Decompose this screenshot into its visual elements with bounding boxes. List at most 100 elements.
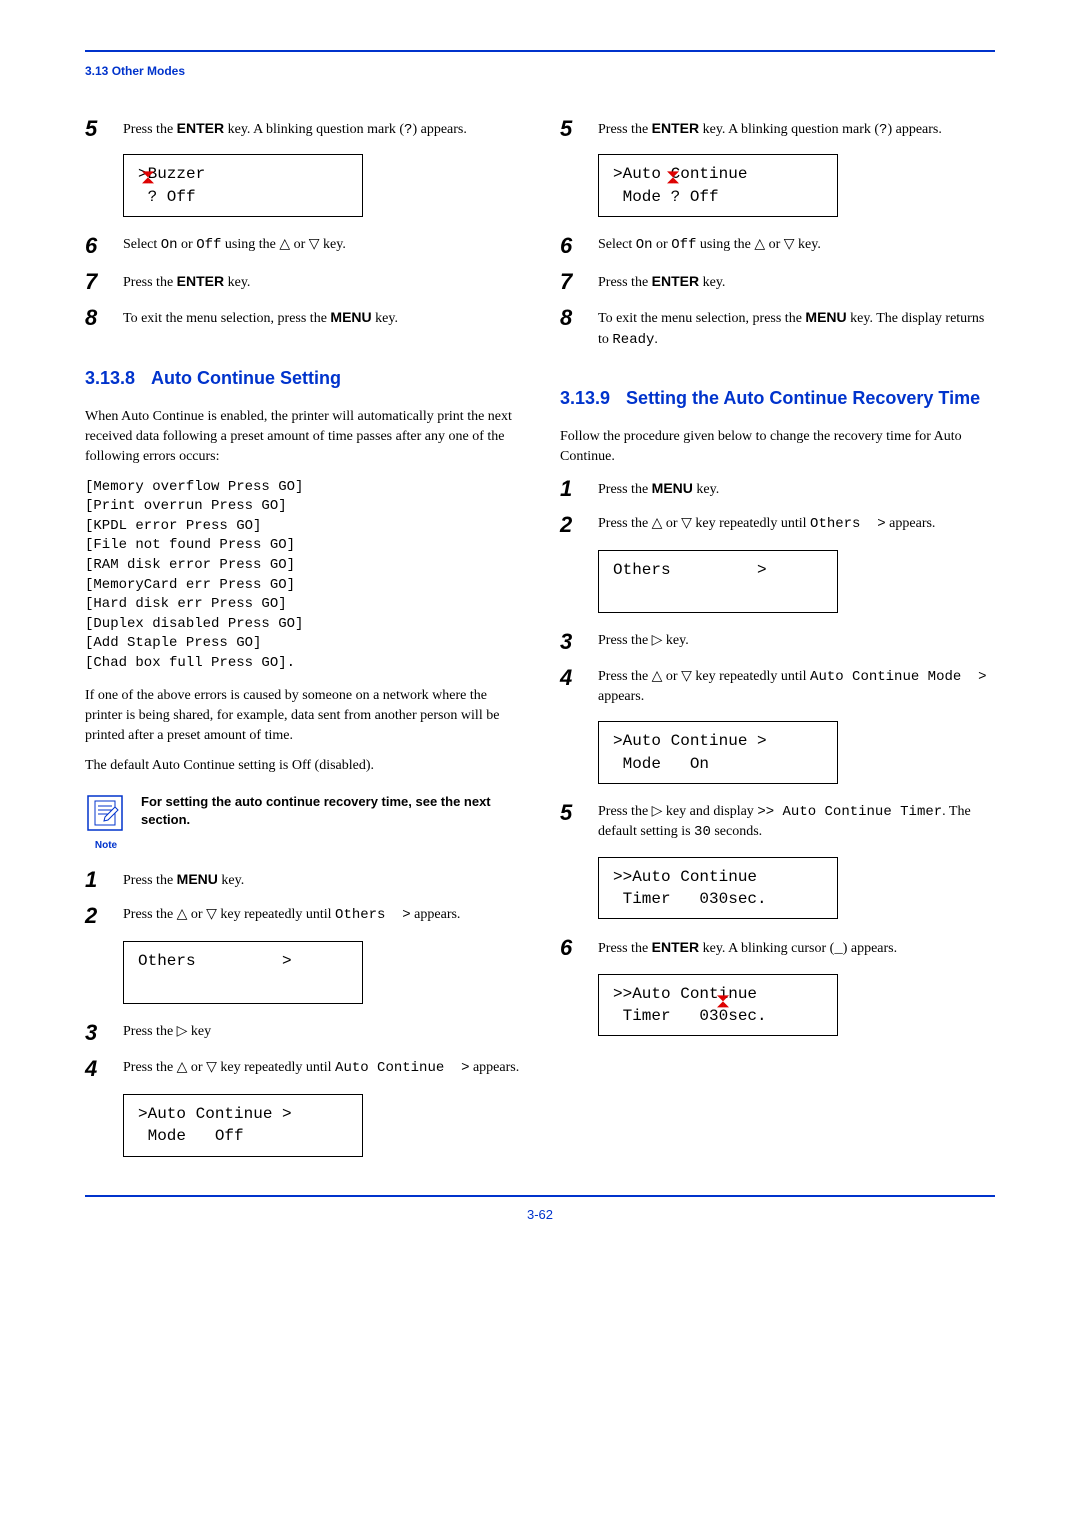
step-body: Press the MENU key.: [598, 478, 995, 500]
text: appears.: [598, 689, 644, 704]
left-b-step-4: 4 Press the △ or ▽ key repeatedly until …: [85, 1058, 520, 1080]
lcd-line: Others >: [613, 559, 823, 581]
section-number: 3.13.9: [560, 388, 610, 409]
text: key.: [699, 275, 725, 290]
step-body: To exit the menu selection, press the ME…: [598, 307, 995, 350]
paragraph: The default Auto Continue setting is Off…: [85, 756, 520, 776]
text: ) appears.: [412, 122, 466, 137]
note-text: For setting the auto continue recovery t…: [141, 793, 520, 829]
lcd-buzzer: >Buzzer ? Off ◥◤◢◣: [123, 154, 363, 217]
step-body: Press the ▷ key.: [598, 631, 995, 653]
step-number: 8: [560, 307, 580, 350]
mono: Ready: [612, 332, 654, 348]
right-b-step-5: 5 Press the ▷ key and display >> Auto Co…: [560, 802, 995, 843]
left-step-5: 5 Press the ENTER key. A blinking questi…: [85, 118, 520, 140]
text: Select: [598, 237, 636, 252]
text: To exit the menu selection, press the: [123, 311, 330, 326]
key-name: ENTER: [177, 120, 224, 136]
step-number: 6: [85, 235, 105, 257]
page-number: 3-62: [85, 1207, 995, 1222]
text: To exit the menu selection, press the: [598, 311, 805, 326]
step-body: Press the ENTER key.: [123, 271, 520, 293]
lcd-line: >>Auto Continue: [613, 866, 823, 888]
page: 3.13 Other Modes 5 Press the ENTER key. …: [0, 0, 1080, 1528]
error-item: [File not found Press GO]: [85, 536, 520, 556]
paragraph: If one of the above errors is caused by …: [85, 686, 520, 747]
lcd-line: Mode On: [613, 753, 823, 775]
lcd-line: Others >: [138, 950, 348, 972]
blink-indicator: ◥◤◢◣: [142, 173, 154, 185]
error-item: [RAM disk error Press GO]: [85, 556, 520, 576]
step-number: 6: [560, 235, 580, 257]
step-body: Select On or Off using the △ or ▽ key.: [123, 235, 520, 257]
step-number: 2: [560, 514, 580, 536]
right-b-step-3: 3 Press the ▷ key.: [560, 631, 995, 653]
text: Press the: [123, 275, 177, 290]
lcd-line: Mode Off: [138, 1125, 348, 1147]
step-number: 5: [85, 118, 105, 140]
blink-indicator: ◥◤◢◣: [667, 173, 679, 185]
mono: On: [161, 237, 178, 253]
section-title: Auto Continue Setting: [151, 368, 341, 389]
text: Press the: [123, 873, 177, 888]
step-number: 4: [85, 1058, 105, 1080]
text: .: [654, 332, 658, 347]
left-b-step-1: 1 Press the MENU key.: [85, 869, 520, 891]
text: key.: [693, 482, 719, 497]
step-number: 4: [560, 667, 580, 708]
text: Press the: [123, 122, 177, 137]
step-body: Press the ENTER key. A blinking question…: [123, 118, 520, 140]
step-body: Press the ENTER key. A blinking question…: [598, 118, 995, 140]
text: key. A blinking question mark (: [699, 122, 879, 137]
key-name: ENTER: [652, 939, 699, 955]
error-item: [KPDL error Press GO]: [85, 517, 520, 537]
key-name: MENU: [330, 309, 371, 325]
text: key.: [218, 873, 244, 888]
text: using the △ or ▽ key.: [221, 237, 345, 252]
text: ) appears.: [843, 941, 897, 956]
text: Press the ▷ key and display: [598, 804, 757, 819]
section-heading-3-13-8: 3.13.8 Auto Continue Setting: [85, 368, 520, 389]
step-body: Press the ENTER key. A blinking cursor (…: [598, 937, 995, 959]
text: Press the: [598, 122, 652, 137]
error-item: [Duplex disabled Press GO]: [85, 615, 520, 635]
error-item: [Hard disk err Press GO]: [85, 595, 520, 615]
note-block: Note For setting the auto continue recov…: [85, 793, 520, 851]
step-body: Press the ▷ key and display >> Auto Cont…: [598, 802, 995, 843]
lcd-line: [138, 972, 348, 994]
lcd-others-left: Others >: [123, 941, 363, 1004]
text: key. A blinking cursor (: [699, 941, 834, 956]
key-name: MENU: [805, 309, 846, 325]
note-label: Note: [85, 840, 127, 851]
left-b-step-2: 2 Press the △ or ▽ key repeatedly until …: [85, 905, 520, 927]
mono: Off: [671, 237, 696, 253]
key-name: MENU: [652, 480, 693, 496]
lcd-line: ? Off: [138, 186, 348, 208]
error-item: [Memory overflow Press GO]: [85, 478, 520, 498]
left-b-step-3: 3 Press the ▷ key: [85, 1022, 520, 1044]
step-number: 2: [85, 905, 105, 927]
step-number: 1: [560, 478, 580, 500]
text: Press the: [598, 275, 652, 290]
step-body: Press the △ or ▽ key repeatedly until Au…: [598, 667, 995, 708]
text: appears.: [469, 1060, 519, 1075]
error-list: [Memory overflow Press GO] [Print overru…: [85, 478, 520, 674]
right-step-7: 7 Press the ENTER key.: [560, 271, 995, 293]
lcd-line: Timer 030sec.: [613, 888, 823, 910]
right-b-step-1: 1 Press the MENU key.: [560, 478, 995, 500]
right-column: 5 Press the ENTER key. A blinking questi…: [560, 118, 995, 1175]
text: Press the △ or ▽ key repeatedly until: [123, 1060, 335, 1075]
lcd-line: >Auto Continue >: [613, 730, 823, 752]
text: appears.: [886, 516, 936, 531]
key-name: MENU: [177, 871, 218, 887]
text: seconds.: [711, 824, 762, 839]
text: Press the △ or ▽ key repeatedly until: [598, 669, 810, 684]
note-icon: Note: [85, 793, 127, 851]
left-step-7: 7 Press the ENTER key.: [85, 271, 520, 293]
step-number: 1: [85, 869, 105, 891]
bottom-rule: [85, 1195, 995, 1197]
section-heading-3-13-9: 3.13.9 Setting the Auto Continue Recover…: [560, 388, 995, 409]
header-section-ref: 3.13 Other Modes: [85, 64, 995, 78]
text: Select: [123, 237, 161, 252]
step-body: Press the MENU key.: [123, 869, 520, 891]
